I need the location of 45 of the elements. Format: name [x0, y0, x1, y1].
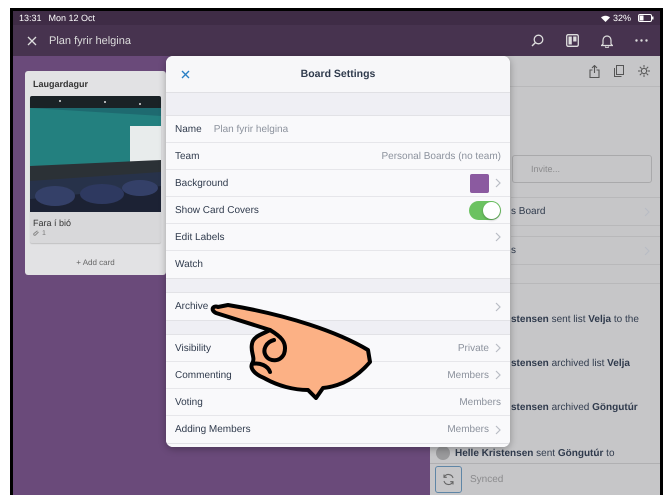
activity-text: stensen archived list Velja: [511, 358, 630, 369]
setting-value: Private: [458, 342, 489, 354]
sync-icon: [442, 473, 455, 486]
paperclip-icon: [33, 230, 40, 237]
search-icon[interactable]: [531, 34, 544, 47]
list-title: Laugardagur: [33, 79, 90, 89]
setting-value: Members: [447, 424, 489, 435]
setting-label[interactable]: Watch: [175, 259, 203, 270]
status-time: 13:31: [19, 13, 42, 23]
setting-label[interactable]: Edit Labels: [175, 232, 224, 242]
setting-label[interactable]: Background: [175, 178, 228, 188]
dialog-title: Board Settings: [300, 68, 376, 80]
settings-icon[interactable]: [638, 65, 650, 77]
setting-label[interactable]: Commenting: [175, 370, 232, 380]
add-card-button[interactable]: + Add card: [30, 243, 161, 275]
status-date: Mon 12 Oct: [48, 13, 96, 23]
activity-text: stensen archived Göngutúr: [511, 402, 638, 413]
more-icon[interactable]: [635, 39, 648, 42]
setting-label[interactable]: Show Card Covers: [175, 204, 259, 216]
copy-icon[interactable]: [614, 65, 624, 77]
activity-text: Helle Kristensen sent Göngutúr to: [455, 448, 615, 458]
setting-label[interactable]: Archive: [175, 301, 208, 312]
setting-label[interactable]: Adding Members: [175, 424, 251, 435]
battery-percent: 32%: [612, 13, 631, 23]
setting-label[interactable]: Team: [175, 150, 200, 162]
wifi-icon: [600, 14, 610, 22]
activity-text: stensen sent list Velja to the: [511, 314, 639, 325]
toggle-switch[interactable]: [469, 200, 501, 220]
setting-label: Name: [175, 124, 202, 134]
board-icon[interactable]: [566, 34, 579, 47]
setting-label[interactable]: Voting: [175, 396, 203, 408]
setting-value: Members: [447, 370, 489, 380]
setting-value: Personal Boards (no team): [381, 150, 501, 162]
setting-value: Members: [459, 396, 501, 408]
sync-status: Synced: [470, 474, 504, 485]
board-title: Plan fyrir helgina: [49, 34, 131, 46]
close-icon[interactable]: [181, 70, 190, 78]
setting-label[interactable]: Visibility: [175, 342, 211, 354]
card-title: Fara í bió: [32, 217, 72, 230]
panel-row[interactable]: s Board: [511, 197, 660, 226]
bell-icon[interactable]: [601, 34, 613, 48]
battery-icon: [638, 14, 654, 22]
sync-button[interactable]: [435, 466, 462, 493]
share-icon[interactable]: [589, 65, 600, 78]
panel-row[interactable]: s: [511, 236, 660, 265]
